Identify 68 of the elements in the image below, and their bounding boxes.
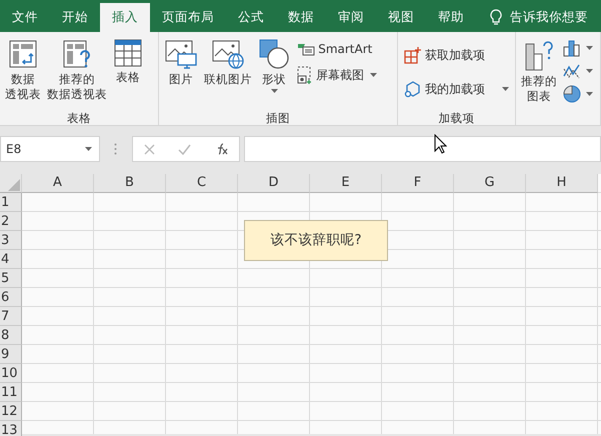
row-header[interactable]: 9	[0, 345, 22, 364]
row-header[interactable]: 6	[0, 288, 22, 307]
ribbon-button[interactable]: 屏幕截图	[294, 64, 382, 86]
select-all-icon[interactable]	[8, 179, 20, 191]
ribbon-button[interactable]: 形状	[256, 36, 292, 111]
name-box[interactable]: E8	[0, 136, 100, 162]
smartart-icon	[297, 42, 316, 56]
ribbon-tab[interactable]: 帮助	[426, 3, 476, 32]
bar-chart-icon	[563, 39, 581, 57]
picture-monitor-icon	[164, 38, 198, 70]
hexagon-icon	[404, 80, 422, 98]
ribbon-tab[interactable]: 数据	[276, 3, 326, 32]
group-label: 加载项	[438, 111, 476, 125]
column-header[interactable]: H	[526, 174, 598, 193]
ribbon-button[interactable]: 数据 透视表	[3, 36, 43, 111]
column-header[interactable]: F	[382, 174, 454, 193]
check-icon[interactable]	[178, 144, 191, 154]
row-header[interactable]: 12	[0, 402, 22, 421]
picture-globe-icon	[211, 38, 246, 70]
row-header[interactable]: 10	[0, 364, 22, 383]
ribbon-tab[interactable]: 视图	[376, 3, 426, 32]
row-header[interactable]: 5	[0, 269, 22, 288]
column-header[interactable]: C	[166, 174, 238, 193]
pivot-table-icon	[7, 38, 39, 70]
pivot-table-question-icon	[61, 38, 93, 70]
shapes-icon	[258, 38, 290, 70]
line-chart-icon	[563, 63, 581, 79]
ribbon-button[interactable]: SmartArt	[294, 38, 382, 60]
lightbulb-icon	[490, 9, 502, 26]
column-header[interactable]: A	[22, 174, 94, 193]
row-header[interactable]: 7	[0, 307, 22, 326]
tell-me-search[interactable]: 告诉我你想要	[510, 3, 588, 32]
ribbon-tab[interactable]: 页面布局	[150, 3, 226, 32]
caret-icon	[85, 147, 92, 151]
add-in-grid-icon	[404, 46, 422, 64]
ribbon-button[interactable]: 推荐的 图表	[519, 36, 559, 114]
text-box[interactable]: 该不该辞职呢?	[244, 220, 388, 261]
row-header[interactable]: 1	[0, 193, 22, 212]
ribbon-tab[interactable]: 文件	[0, 3, 50, 32]
group-label: 表格	[66, 111, 92, 125]
ribbon-button[interactable]: 我的加载项	[401, 78, 514, 100]
ribbon-tab[interactable]: 审阅	[326, 3, 376, 32]
row-header[interactable]: 4	[0, 250, 22, 269]
screenshot-icon	[297, 66, 314, 84]
column-header[interactable]: E	[310, 174, 382, 193]
column-header[interactable]: D	[238, 174, 310, 193]
drag-handle-icon[interactable]	[114, 143, 117, 155]
row-header[interactable]: 8	[0, 326, 22, 345]
table-grid-icon	[113, 38, 143, 68]
pie-chart-icon	[563, 85, 581, 103]
row-header[interactable]: 2	[0, 212, 22, 231]
mouse-pointer-icon	[434, 134, 447, 154]
ribbon-button[interactable]: 表格	[111, 36, 145, 111]
ribbon-tab[interactable]: 公式	[226, 3, 276, 32]
formula-field[interactable]	[244, 136, 601, 162]
row-header[interactable]: 3	[0, 231, 22, 250]
ribbon-button[interactable]: 图片	[162, 36, 200, 111]
ribbon-tab[interactable]: 开始	[50, 3, 100, 32]
cancel-icon[interactable]	[144, 144, 156, 154]
column-header[interactable]: G	[454, 174, 526, 193]
group-label: 插图	[265, 111, 292, 125]
ribbon-tab[interactable]: 插入	[100, 3, 150, 32]
ribbon-button[interactable]: 获取加载项	[401, 44, 514, 66]
row-header[interactable]: 13	[0, 421, 22, 436]
row-header[interactable]: 11	[0, 383, 22, 402]
column-header[interactable]: B	[94, 174, 166, 193]
ribbon-button[interactable]: 推荐的 数据透视表	[45, 36, 109, 111]
ribbon-button[interactable]: 联机图片	[202, 36, 254, 111]
